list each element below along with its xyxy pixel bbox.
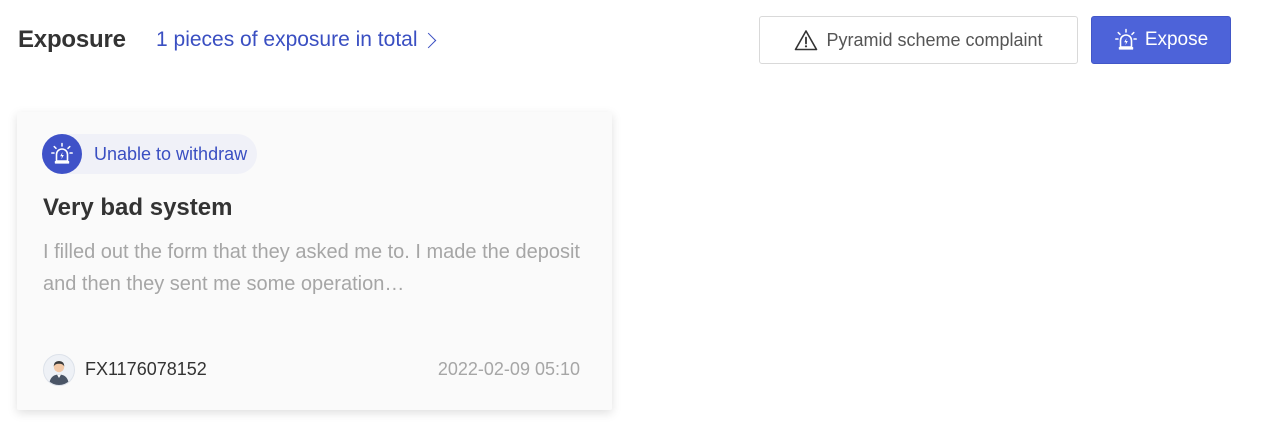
avatar [43, 354, 75, 386]
exposure-total-link[interactable]: 1 pieces of exposure in total [156, 28, 436, 52]
alarm-siren-icon [42, 134, 82, 174]
header: Exposure 1 pieces of exposure in total P… [0, 0, 1267, 82]
card-description: I filled out the form that they asked me… [43, 241, 580, 295]
chevron-right-icon [420, 32, 436, 49]
exposure-total-label: 1 pieces of exposure in total [156, 28, 418, 51]
category-tag-label: Unable to withdraw [94, 143, 248, 164]
pyramid-complaint-button[interactable]: Pyramid scheme complaint [759, 16, 1078, 64]
exposure-card[interactable]: Unable to withdraw Very bad system I fil… [17, 112, 612, 410]
warning-triangle-icon [795, 30, 818, 51]
timestamp: 2022-02-09 05:10 [437, 359, 580, 379]
alarm-siren-icon [1114, 28, 1137, 50]
category-tag: Unable to withdraw [42, 134, 258, 174]
page-title: Exposure [18, 26, 126, 53]
username: FX1176078152 [85, 359, 207, 379]
expose-label: Expose [1144, 29, 1209, 50]
expose-button[interactable]: Expose [1091, 16, 1231, 64]
card-title: Very bad system [43, 194, 233, 221]
pyramid-complaint-label: Pyramid scheme complaint [826, 29, 1043, 50]
